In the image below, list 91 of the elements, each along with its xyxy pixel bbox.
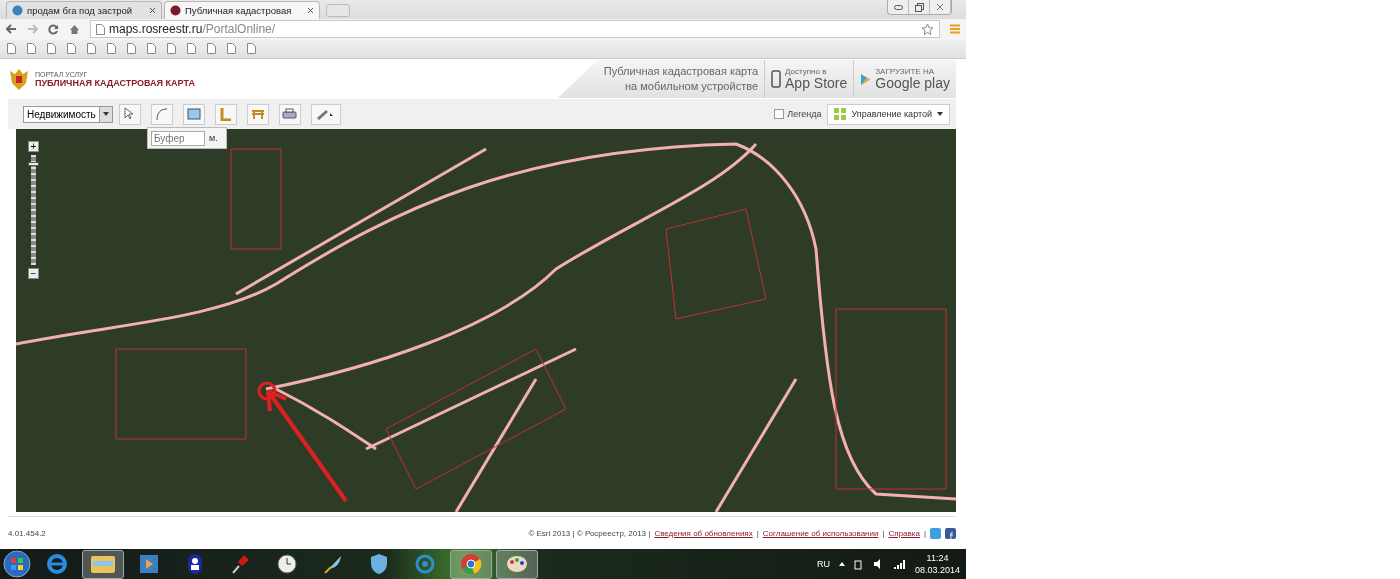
- zoom-slider[interactable]: [31, 155, 36, 265]
- up-arrow-icon[interactable]: [838, 562, 845, 566]
- taskbar-app[interactable]: [496, 549, 538, 579]
- page-icon[interactable]: [96, 23, 105, 35]
- browser-e-icon: [46, 553, 68, 575]
- credits-text: © Esri 2013 | © Росреестр, 2013 |: [528, 528, 651, 538]
- chrome-icon: [460, 553, 482, 575]
- building-tool-button[interactable]: [246, 103, 269, 125]
- footer-link[interactable]: Справка: [888, 528, 920, 538]
- caret-icon: [102, 112, 109, 116]
- separator: |: [756, 528, 759, 538]
- f-icon[interactable]: [945, 527, 956, 539]
- print-button[interactable]: [278, 103, 301, 125]
- layer-select[interactable]: Недвижимость: [23, 105, 113, 123]
- minimize-icon: [893, 4, 903, 10]
- ruler-icon: [219, 107, 232, 121]
- location-circle: [257, 381, 277, 401]
- ring-icon: [414, 553, 436, 575]
- address-field[interactable]: maps.rosreestr.ru/PortalOnline/: [90, 20, 940, 39]
- wrench-icon: [315, 108, 336, 120]
- page-icon[interactable]: [87, 43, 96, 55]
- app-store-button[interactable]: Доступно в App Store: [764, 60, 854, 98]
- site-title: ПУБЛИЧНАЯ КАДАСТРОВАЯ КАРТА: [35, 77, 195, 88]
- home-icon[interactable]: [69, 23, 80, 35]
- zoom-out-button[interactable]: −: [28, 268, 39, 279]
- globe-icon: [12, 5, 23, 16]
- buffer-input[interactable]: Буфер: [151, 130, 205, 146]
- play-triangle-icon: [860, 72, 872, 86]
- unit-label: м.: [209, 133, 218, 143]
- page-icon[interactable]: [147, 43, 156, 55]
- legend-checkbox[interactable]: Легенда: [774, 109, 822, 119]
- close-icon: [936, 3, 944, 11]
- bench-icon: [250, 108, 265, 120]
- taskbar-app[interactable]: [82, 549, 124, 579]
- phone-icon: [771, 70, 781, 88]
- reload-icon[interactable]: [48, 23, 59, 35]
- grid-icon: [834, 108, 847, 120]
- promo-text: Публичная кадастровая карта: [603, 64, 758, 79]
- map-control-dropdown[interactable]: Управление картой: [827, 103, 950, 125]
- clock-icon: [277, 554, 297, 574]
- page-icon[interactable]: [67, 43, 76, 55]
- url-text: maps.rosreestr.ru/PortalOnline/: [109, 22, 276, 37]
- page-icon[interactable]: [107, 43, 116, 55]
- footer-link[interactable]: Соглашение об использовании: [762, 528, 879, 538]
- clock[interactable]: 11:24 08.03.2014: [914, 552, 960, 576]
- ruler-tool-button[interactable]: [214, 103, 237, 125]
- language-indicator[interactable]: RU: [816, 559, 830, 569]
- palette-icon: [506, 554, 528, 574]
- page-icon[interactable]: [127, 43, 136, 55]
- caret-icon: [937, 112, 943, 116]
- play-icon: [139, 554, 159, 574]
- menu-icon[interactable]: [950, 24, 960, 35]
- identify-tool-button[interactable]: [118, 103, 141, 125]
- page-icon[interactable]: [207, 43, 216, 55]
- page-icon[interactable]: [47, 43, 56, 55]
- signal-icon[interactable]: [893, 559, 906, 569]
- close-icon[interactable]: [307, 7, 314, 14]
- zoom-thumb[interactable]: [28, 162, 39, 167]
- area-tool-button[interactable]: [182, 103, 205, 125]
- checkbox[interactable]: [774, 109, 785, 119]
- curve-icon: [154, 107, 169, 121]
- browser-tab[interactable]: продам бга под застрой: [6, 1, 162, 19]
- page-icon[interactable]: [27, 43, 36, 55]
- browser-tab[interactable]: Публичная кадастровая: [164, 1, 320, 19]
- version-text: 4.01.454.2: [8, 528, 46, 538]
- page-icon[interactable]: [187, 43, 196, 55]
- pushpin-icon: [231, 553, 251, 575]
- google-play-button[interactable]: ЗАГРУЗИТЕ НА Google play: [853, 60, 956, 98]
- measure-tool-button[interactable]: [150, 103, 173, 125]
- start-button[interactable]: [2, 549, 32, 579]
- close-icon[interactable]: [149, 7, 156, 14]
- promo-text: на мобильном устройстве: [625, 79, 758, 94]
- zoom-in-button[interactable]: +: [28, 141, 39, 152]
- star-icon[interactable]: [921, 22, 934, 36]
- area-icon: [186, 108, 201, 120]
- separator: |: [923, 528, 926, 538]
- back-icon[interactable]: [6, 24, 17, 35]
- tools-menu-button[interactable]: [310, 103, 341, 125]
- shield-icon: [369, 553, 389, 575]
- page-icon[interactable]: [227, 43, 236, 55]
- footer-link[interactable]: Сведения об обновлениях: [654, 528, 753, 538]
- emblem-icon: [8, 67, 30, 91]
- page-icon[interactable]: [247, 43, 256, 55]
- printer-icon: [282, 108, 298, 120]
- page-icon[interactable]: [7, 43, 16, 55]
- folder-icon: [90, 554, 116, 574]
- globe-icon: [170, 5, 181, 16]
- person-icon: [187, 553, 203, 575]
- legend-label: Легенда: [787, 109, 822, 119]
- page-icon[interactable]: [167, 43, 176, 55]
- separator: |: [882, 528, 885, 538]
